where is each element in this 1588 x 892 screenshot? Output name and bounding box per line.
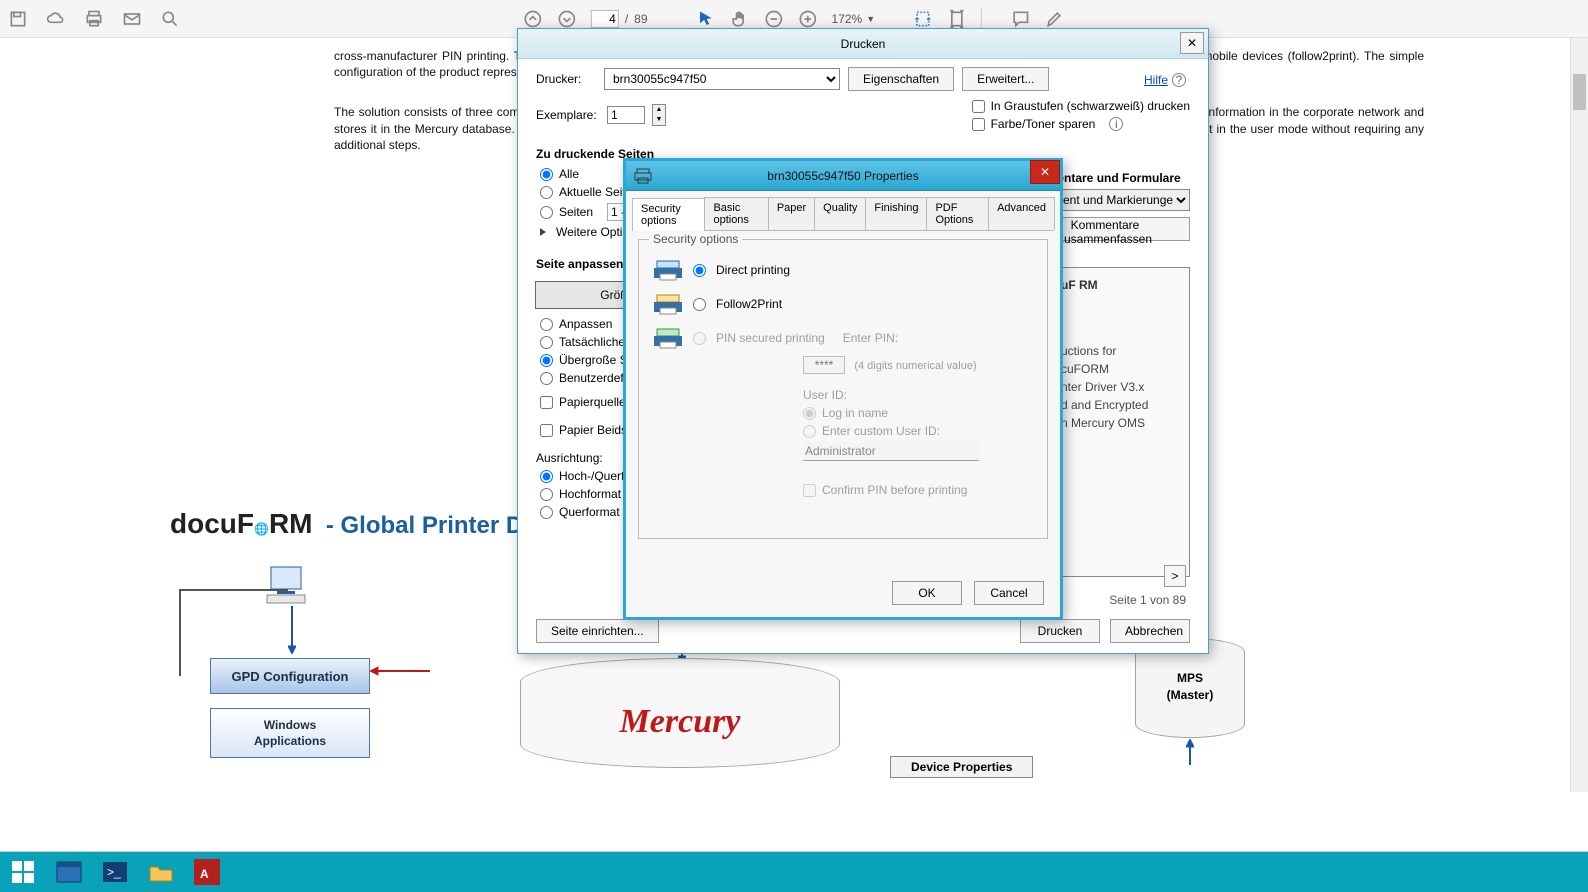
preview-page-info: Seite 1 von 89	[1109, 593, 1186, 607]
pin-input[interactable]	[803, 356, 845, 374]
info-icon: i	[1109, 117, 1123, 131]
taskbar-adobe[interactable]: A	[190, 857, 224, 887]
windows-apps-box: Windows Applications	[210, 708, 370, 758]
arrow-left-red-icon	[370, 666, 430, 676]
fit-width-icon[interactable]	[913, 9, 933, 29]
pages-all-radio[interactable]	[540, 168, 553, 181]
actual-radio[interactable]	[540, 336, 553, 349]
help-icon: ?	[1172, 73, 1186, 87]
page-setup-button[interactable]: Seite einrichten...	[536, 619, 659, 643]
props-titlebar: brn30055c947f50 Properties ✕	[626, 161, 1060, 191]
cloud-icon[interactable]	[46, 9, 66, 29]
pages-range-radio[interactable]	[540, 206, 553, 219]
tab-advanced[interactable]: Advanced	[988, 197, 1055, 230]
zoom-out-icon[interactable]	[764, 9, 784, 29]
page-down-icon[interactable]	[557, 9, 577, 29]
zoom-in-icon[interactable]	[798, 9, 818, 29]
pin-print-icon	[653, 326, 683, 350]
orient-portrait-radio[interactable]	[540, 488, 553, 501]
follow2print-icon	[653, 292, 683, 316]
start-button[interactable]	[6, 857, 40, 887]
oversize-radio[interactable]	[540, 354, 553, 367]
preview-next-button[interactable]: >	[1164, 565, 1186, 587]
props-ok-button[interactable]: OK	[892, 581, 962, 605]
printer-label: Drucker:	[536, 72, 596, 86]
fit-radio[interactable]	[540, 318, 553, 331]
highlight-icon[interactable]	[1045, 9, 1065, 29]
properties-button[interactable]: Eigenschaften	[848, 67, 954, 91]
confirm-pin-checkbox[interactable]	[803, 484, 816, 497]
tab-basic[interactable]: Basic options	[704, 197, 768, 230]
save-icon[interactable]	[8, 9, 28, 29]
help-link[interactable]: Hilfe?	[1144, 73, 1186, 87]
props-cancel-button[interactable]: Cancel	[974, 581, 1044, 605]
scroll-thumb[interactable]	[1573, 74, 1586, 110]
advanced-button[interactable]: Erweitert...	[962, 67, 1049, 91]
direct-print-icon	[653, 258, 683, 282]
gpd-config-box: GPD Configuration	[210, 658, 370, 694]
custom-scale-radio[interactable]	[540, 372, 553, 385]
cancel-button[interactable]: Abbrechen	[1110, 619, 1190, 643]
pages-current-radio[interactable]	[540, 186, 553, 199]
mail-icon[interactable]	[122, 9, 142, 29]
custom-userid-radio[interactable]	[803, 425, 816, 438]
props-tabstrip: Security options Basic options Paper Qua…	[632, 197, 1054, 231]
page-current-input[interactable]	[591, 10, 619, 28]
printer-icon	[634, 167, 652, 185]
taskbar-explorer[interactable]	[52, 857, 86, 887]
follow2print-radio[interactable]	[693, 298, 706, 311]
svg-text:A: A	[200, 867, 209, 881]
tab-paper[interactable]: Paper	[768, 197, 815, 230]
tab-quality[interactable]: Quality	[814, 197, 866, 230]
tab-finishing[interactable]: Finishing	[865, 197, 927, 230]
savetoner-checkbox[interactable]	[972, 118, 985, 131]
search-icon[interactable]	[160, 9, 180, 29]
mercury-cylinder: Mercury	[520, 658, 840, 768]
device-properties-box: Device Properties	[890, 756, 1033, 778]
chevron-down-icon: ▼	[866, 14, 875, 24]
comment-icon[interactable]	[1011, 9, 1031, 29]
page-up-icon[interactable]	[523, 9, 543, 29]
taskbar-files[interactable]	[144, 857, 178, 887]
orient-landscape-radio[interactable]	[540, 506, 553, 519]
security-fieldset: Security options Direct printing Follow2…	[638, 239, 1048, 539]
printer-select[interactable]: brn30055c947f50	[604, 68, 840, 90]
duplex-checkbox[interactable]	[540, 424, 553, 437]
scrollbar[interactable]	[1570, 38, 1588, 792]
login-name-radio[interactable]	[803, 407, 816, 420]
taskbar-spacer	[0, 794, 1588, 852]
pointer-icon[interactable]	[696, 9, 716, 29]
hand-icon[interactable]	[730, 9, 750, 29]
copies-input[interactable]	[607, 106, 645, 124]
arrow-up-icon	[1186, 739, 1194, 765]
taskbar-powershell[interactable]: >_	[98, 857, 132, 887]
tab-security[interactable]: Security options	[632, 198, 705, 231]
custom-userid-input[interactable]	[803, 442, 979, 461]
taskbar: >_ A	[0, 852, 1588, 892]
expand-icon[interactable]	[540, 228, 546, 236]
props-close-button[interactable]: ✕	[1030, 160, 1060, 184]
papersource-checkbox[interactable]	[540, 396, 553, 409]
copies-spinner[interactable]: ▲▼	[652, 104, 666, 126]
page-indicator: / 89	[591, 10, 648, 28]
tab-pdf[interactable]: PDF Options	[926, 197, 989, 230]
copies-label: Exemplare:	[536, 108, 596, 122]
print-dialog-titlebar: Drucken ✕	[518, 29, 1208, 59]
svg-text:>_: >_	[107, 865, 121, 879]
docuform-logo: docuF🌐RM	[170, 508, 313, 539]
print-button[interactable]: Drucken	[1020, 619, 1100, 643]
fit-page-icon[interactable]	[947, 9, 967, 29]
print-icon[interactable]	[84, 9, 104, 29]
direct-printing-radio[interactable]	[693, 264, 706, 277]
close-button[interactable]: ✕	[1180, 32, 1204, 54]
orient-auto-radio[interactable]	[540, 470, 553, 483]
printer-properties-dialog: brn30055c947f50 Properties ✕ Security op…	[623, 158, 1063, 620]
userid-label: User ID:	[803, 388, 1039, 402]
print-preview: uF RM uctions for cuFORM nter Driver V3.…	[1050, 267, 1190, 577]
zoom-level[interactable]: 172% ▼	[832, 12, 876, 26]
pin-printing-radio[interactable]	[693, 332, 706, 345]
grayscale-checkbox[interactable]	[972, 100, 985, 113]
